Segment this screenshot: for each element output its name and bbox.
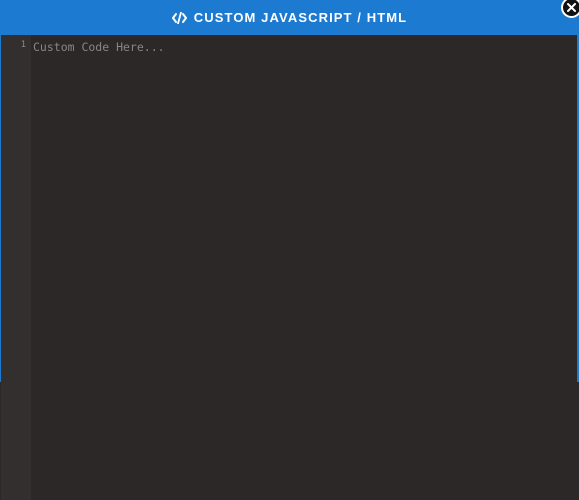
line-number: 1 [20,40,26,50]
modal-header: CUSTOM JAVASCRIPT / HTML [0,0,579,35]
modal-left-edge [0,382,1,500]
line-number-gutter: 1 [1,35,31,500]
code-icon [171,11,187,24]
code-placeholder: Custom Code Here... [33,40,165,54]
custom-code-modal: CUSTOM JAVASCRIPT / HTML 1 Custom Code H… [0,0,579,500]
modal-title: CUSTOM JAVASCRIPT / HTML [193,10,408,25]
close-icon [567,3,576,12]
code-input[interactable]: Custom Code Here... [32,35,577,500]
close-button[interactable] [561,0,579,18]
code-editor[interactable]: 1 Custom Code Here... [1,35,577,500]
